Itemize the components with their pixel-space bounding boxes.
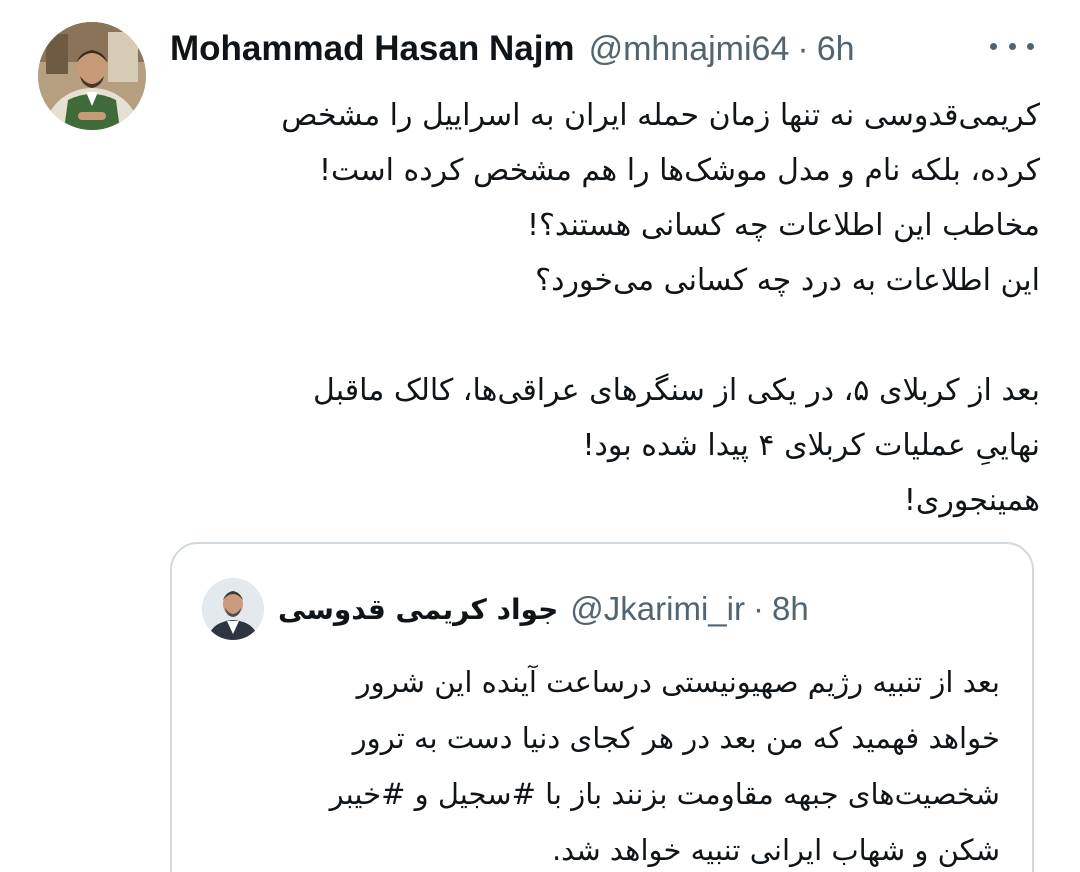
tweet-timestamp[interactable]: 6h <box>817 30 855 69</box>
tweet-line: مخاطب این اطلاعات چه کسانی هستند؟! <box>526 208 1040 243</box>
tweet-body: کریمی‌قدوسی نه تنها زمان حمله ایران به ا… <box>170 88 1040 528</box>
quoted-avatar-image <box>202 578 264 640</box>
more-dot <box>1027 42 1034 50</box>
cropped-previous-text <box>440 0 640 6</box>
tweet-header: Mohammad Hasan Najm @mhnajmi64 · 6h <box>170 24 1050 74</box>
quoted-tweet-header: جواد کریمی قدوسی @Jkarimi_ir · 8h <box>202 577 809 641</box>
meta-separator: · <box>797 29 809 68</box>
quoted-meta-separator: · <box>752 590 764 627</box>
tweet-line: همینجوری! <box>903 483 1040 518</box>
more-dot <box>990 42 997 50</box>
quoted-user-avatar[interactable] <box>202 578 264 640</box>
quoted-tweet-card[interactable]: جواد کریمی قدوسی @Jkarimi_ir · 8h بعد از… <box>170 542 1034 872</box>
quoted-line: شخصیت‌های جبهه مقاومت بزنند باز با #سجیل… <box>329 777 1000 811</box>
tweet-line: کرده، بلکه نام و مدل موشک‌ها را هم مشخص … <box>319 153 1040 188</box>
author-handle[interactable]: @mhnajmi64 <box>589 30 790 69</box>
quoted-handle[interactable]: @Jkarimi_ir <box>570 590 745 628</box>
author-display-name[interactable]: Mohammad Hasan Najm <box>170 29 575 69</box>
tweet-line: نهاییِ عملیات کربلای ۴ پیدا شده بود! <box>582 428 1040 463</box>
quoted-display-name[interactable]: جواد کریمی قدوسی <box>278 593 558 626</box>
tweet-line: کریمی‌قدوسی نه تنها زمان حمله ایران به ا… <box>281 98 1040 133</box>
tweet-line: بعد از کربلای ۵، در یکی از سنگرهای عراقی… <box>313 373 1040 408</box>
quoted-line: بعد از تنبیه رژیم صهیونیستی درساعت آینده… <box>356 665 1000 699</box>
author-avatar[interactable] <box>38 22 146 130</box>
quoted-line: خواهد فهمید که من بعد در هر کجای دنیا دس… <box>352 721 1000 755</box>
tweet-line: این اطلاعات به درد چه کسانی می‌خورد؟ <box>535 263 1040 298</box>
more-horizontal-icon[interactable] <box>990 34 1034 58</box>
quoted-line: شکن و شهاب ایرانی تنبیه خواهد شد. <box>551 833 1000 867</box>
quoted-tweet-body: بعد از تنبیه رژیم صهیونیستی درساعت آینده… <box>202 654 1000 872</box>
quoted-timestamp[interactable]: 8h <box>772 590 809 628</box>
more-dot <box>1008 42 1016 50</box>
author-avatar-image <box>38 22 146 130</box>
tweet-screenshot: Mohammad Hasan Najm @mhnajmi64 · 6h کریم… <box>0 0 1080 872</box>
